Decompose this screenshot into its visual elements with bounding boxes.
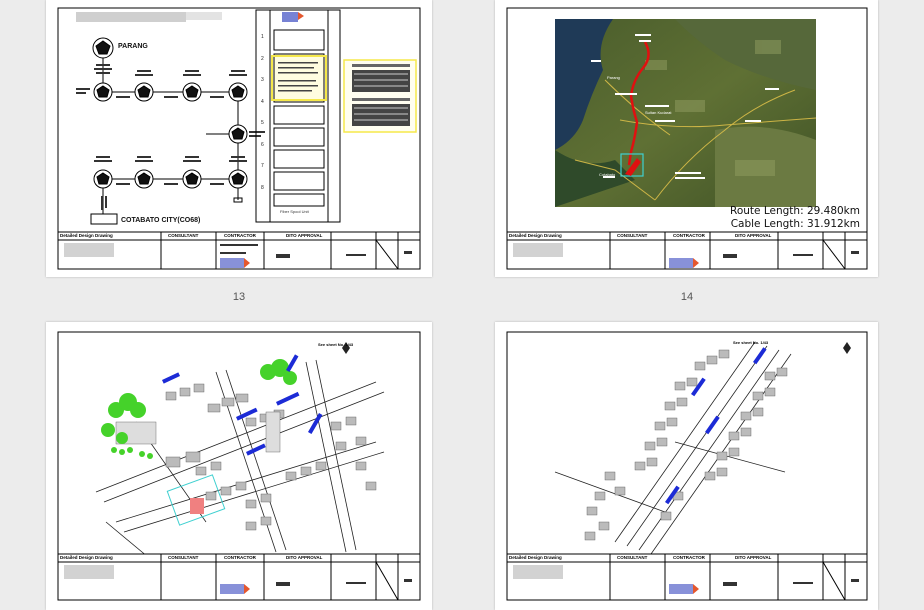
table-row-number: 8 [261, 184, 264, 191]
titleblock-detailed-design-16: Detailed Design Drawing [509, 555, 562, 560]
page-thumbnail-15[interactable]: See sheet No. 1/43 Detailed Design Drawi… [46, 322, 432, 610]
titleblock-consultant-16: CONSULTANT [617, 555, 648, 560]
titleblock-consultant-14: CONSULTANT [617, 233, 648, 238]
table-row-number: 4 [261, 98, 264, 105]
page-number-13: 13 [232, 291, 246, 303]
titleblock-contractor-14: CONTRACTOR [673, 233, 705, 238]
titleblock-detailed-design-14: Detailed Design Drawing [509, 233, 562, 238]
page-thumbnail-16[interactable]: See sheet No. 1/43 Detailed Design Drawi… [495, 322, 878, 610]
sheet-reference-15: See sheet No. 1/43 [318, 342, 354, 347]
page-thumbnail-13[interactable]: PARANG COTABATO CITY(CO68) Fiber Spool U… [46, 0, 432, 277]
table-row-number: 5 [261, 120, 264, 126]
map-place-parang: Parang [607, 75, 620, 80]
titleblock-contractor: CONTRACTOR [224, 233, 256, 238]
titleblock-contractor-16: CONTRACTOR [673, 555, 705, 560]
street-layout-drawing [57, 331, 421, 601]
titleblock-approval: DITO APPROVAL [286, 233, 323, 238]
street-layout-drawing [506, 331, 868, 601]
table-row-number: 6 [261, 141, 264, 148]
node-label-parang: PARANG [118, 43, 148, 50]
table-row-number: 1 [261, 34, 264, 40]
cable-length-text: Cable Length: 31.912km [730, 218, 860, 230]
page-number-14: 14 [680, 291, 694, 303]
table-row-number: 7 [261, 163, 264, 169]
table-row-number: 2 [261, 55, 264, 62]
map-place-cotabato: Cotabato [599, 172, 616, 177]
table-row-number: 3 [261, 77, 264, 83]
sheet-reference-16: See sheet No. 1/43 [733, 340, 769, 345]
titleblock-detailed-design-15: Detailed Design Drawing [60, 555, 113, 560]
page-thumbnail-14[interactable]: Route Length: 29.480km Cable Length: 31.… [495, 0, 878, 277]
titleblock-detailed-design: Detailed Design Drawing [60, 233, 113, 238]
titleblock-contractor-15: CONTRACTOR [224, 555, 256, 560]
table-footer-label: Fiber Spool Unit [280, 209, 309, 214]
map-place-sultan-kudarat: Sultan Kudarat [645, 110, 672, 115]
route-length-text: Route Length: 29.480km [730, 205, 860, 217]
titleblock-approval-16: DITO APPROVAL [735, 555, 772, 560]
node-label-cotabato: COTABATO CITY(CO68) [121, 217, 201, 224]
titleblock-consultant-15: CONSULTANT [168, 555, 199, 560]
titleblock-consultant: CONSULTANT [168, 233, 199, 238]
titleblock-approval-15: DITO APPROVAL [286, 555, 323, 560]
titleblock-approval-14: DITO APPROVAL [735, 233, 772, 238]
